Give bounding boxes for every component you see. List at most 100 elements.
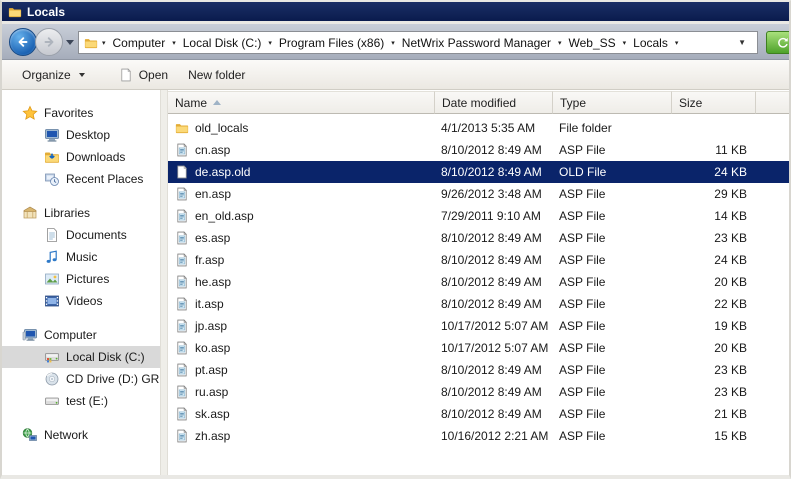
file-type: ASP File	[553, 293, 672, 315]
table-row-en-asp[interactable]: en.asp9/26/2012 3:48 AMASP File29 KB	[168, 183, 789, 205]
table-row-de-asp-old[interactable]: de.asp.old8/10/2012 8:49 AMOLD File24 KB	[168, 161, 789, 183]
breadcrumb-item-computer[interactable]: Computer	[110, 36, 169, 50]
address-bar[interactable]: ▾Computer▾Local Disk (C:)▾Program Files …	[78, 31, 758, 54]
file-name-cell: de.asp.old	[168, 161, 435, 183]
sidebar-item-music[interactable]: Music	[2, 246, 160, 268]
file-name: he.asp	[195, 271, 231, 293]
forward-button[interactable]	[35, 28, 63, 56]
breadcrumb-item-web-ss[interactable]: Web_SS	[565, 36, 618, 50]
file-icon	[119, 68, 133, 82]
sidebar-item-videos[interactable]: Videos	[2, 290, 160, 312]
address-history-dropdown-icon[interactable]: ▼	[732, 38, 752, 47]
file-name-cell: zh.asp	[168, 425, 435, 447]
table-row-es-asp[interactable]: es.asp8/10/2012 8:49 AMASP File23 KB	[168, 227, 789, 249]
breadcrumb-separator-icon[interactable]: ▾	[554, 39, 566, 47]
breadcrumb-separator-icon[interactable]: ▾	[168, 39, 180, 47]
file-name-cell: ru.asp	[168, 381, 435, 403]
sidebar-item-network[interactable]: Network	[2, 424, 160, 446]
breadcrumb-separator-icon[interactable]: ▾	[264, 39, 276, 47]
sidebar-item-test-e[interactable]: test (E:)	[2, 390, 160, 412]
column-header-label: Name	[175, 96, 207, 110]
file-type: ASP File	[553, 337, 672, 359]
table-row-ru-asp[interactable]: ru.asp8/10/2012 8:49 AMASP File23 KB	[168, 381, 789, 403]
file-size: 14 KB	[672, 205, 756, 227]
music-icon	[44, 249, 60, 265]
breadcrumb-item-local-disk-c[interactable]: Local Disk (C:)	[180, 36, 265, 50]
sidebar-item-favorites[interactable]: Favorites	[2, 102, 160, 124]
sidebar-group-network: Network	[2, 424, 160, 446]
sidebar-item-local-disk-c[interactable]: Local Disk (C:)	[2, 346, 160, 368]
column-header-size[interactable]: Size	[672, 91, 756, 114]
title-bar[interactable]: Locals	[2, 2, 789, 21]
file-date: 8/10/2012 8:49 AM	[435, 249, 553, 271]
sidebar-item-label: Libraries	[44, 206, 90, 220]
breadcrumb: ▾Computer▾Local Disk (C:)▾Program Files …	[98, 36, 732, 50]
breadcrumb-separator-icon[interactable]: ▾	[387, 39, 399, 47]
sidebar-item-label: Computer	[44, 328, 97, 342]
pane-separator[interactable]	[160, 90, 168, 475]
breadcrumb-item-netwrix-password-manager[interactable]: NetWrix Password Manager	[399, 36, 554, 50]
row-filler	[756, 293, 789, 315]
column-header-filler	[756, 91, 789, 114]
row-filler	[756, 227, 789, 249]
open-button[interactable]: Open	[111, 64, 176, 86]
column-header-date-modified[interactable]: Date modified	[435, 91, 553, 114]
sidebar-item-desktop[interactable]: Desktop	[2, 124, 160, 146]
command-toolbar: Organize Open New folder	[2, 60, 789, 90]
table-row-it-asp[interactable]: it.asp8/10/2012 8:49 AMASP File22 KB	[168, 293, 789, 315]
table-row-cn-asp[interactable]: cn.asp8/10/2012 8:49 AMASP File11 KB	[168, 139, 789, 161]
table-row-sk-asp[interactable]: sk.asp8/10/2012 8:49 AMASP File21 KB	[168, 403, 789, 425]
new-folder-button[interactable]: New folder	[180, 64, 253, 86]
table-row-zh-asp[interactable]: zh.asp10/16/2012 2:21 AMASP File15 KB	[168, 425, 789, 447]
file-date: 10/17/2012 5:07 AM	[435, 337, 553, 359]
file-name: it.asp	[195, 293, 224, 315]
file-name: jp.asp	[195, 315, 227, 337]
file-date: 10/17/2012 5:07 AM	[435, 315, 553, 337]
back-button[interactable]	[9, 28, 37, 56]
file-size: 20 KB	[672, 271, 756, 293]
table-row-en-old-asp[interactable]: en_old.asp7/29/2011 9:10 AMASP File14 KB	[168, 205, 789, 227]
file-name-cell: jp.asp	[168, 315, 435, 337]
sidebar-item-recent-places[interactable]: Recent Places	[2, 168, 160, 190]
table-row-pt-asp[interactable]: pt.asp8/10/2012 8:49 AMASP File23 KB	[168, 359, 789, 381]
breadcrumb-separator-icon[interactable]: ▾	[619, 39, 631, 47]
breadcrumb-separator-icon[interactable]: ▾	[98, 39, 110, 47]
network-icon	[22, 427, 38, 443]
sidebar-item-label: Desktop	[66, 128, 110, 142]
row-filler	[756, 205, 789, 227]
table-row-fr-asp[interactable]: fr.asp8/10/2012 8:49 AMASP File24 KB	[168, 249, 789, 271]
file-size: 21 KB	[672, 403, 756, 425]
file-size: 15 KB	[672, 425, 756, 447]
downloads-icon	[44, 149, 60, 165]
table-row-jp-asp[interactable]: jp.asp10/17/2012 5:07 AMASP File19 KB	[168, 315, 789, 337]
star-icon	[22, 105, 38, 121]
breadcrumb-separator-icon[interactable]: ▾	[671, 39, 683, 47]
local-disk-icon	[44, 349, 60, 365]
file-date: 8/10/2012 8:49 AM	[435, 293, 553, 315]
sidebar-item-cd-drive-d-grmsxf[interactable]: CD Drive (D:) GRMSXF	[2, 368, 160, 390]
column-header-name[interactable]: Name	[168, 91, 435, 114]
breadcrumb-item-locals[interactable]: Locals	[630, 36, 671, 50]
sidebar-item-libraries[interactable]: Libraries	[2, 202, 160, 224]
table-row-ko-asp[interactable]: ko.asp10/17/2012 5:07 AMASP File20 KB	[168, 337, 789, 359]
table-row-he-asp[interactable]: he.asp8/10/2012 8:49 AMASP File20 KB	[168, 271, 789, 293]
sidebar-item-documents[interactable]: Documents	[2, 224, 160, 246]
asp-file-icon	[175, 253, 189, 267]
sidebar-item-pictures[interactable]: Pictures	[2, 268, 160, 290]
sidebar-item-label: Documents	[66, 228, 127, 242]
navigation-pane: Favorites Desktop DownloadsRecent Places Li…	[2, 90, 160, 475]
breadcrumb-item-program-files-x86[interactable]: Program Files (x86)	[276, 36, 387, 50]
file-type: ASP File	[553, 205, 672, 227]
column-header-type[interactable]: Type	[553, 91, 672, 114]
file-list: Name Date modifiedTypeSize old_locals4/1/…	[168, 90, 789, 475]
file-name-cell: en.asp	[168, 183, 435, 205]
organize-button[interactable]: Organize	[14, 64, 93, 86]
recent-pages-dropdown-icon[interactable]	[66, 40, 74, 45]
file-size: 23 KB	[672, 381, 756, 403]
file-name-cell: cn.asp	[168, 139, 435, 161]
refresh-button[interactable]	[766, 31, 791, 54]
table-row-old-locals[interactable]: old_locals4/1/2013 5:35 AMFile folder	[168, 117, 789, 139]
sidebar-item-downloads[interactable]: Downloads	[2, 146, 160, 168]
file-size: 23 KB	[672, 359, 756, 381]
sidebar-item-computer[interactable]: Computer	[2, 324, 160, 346]
